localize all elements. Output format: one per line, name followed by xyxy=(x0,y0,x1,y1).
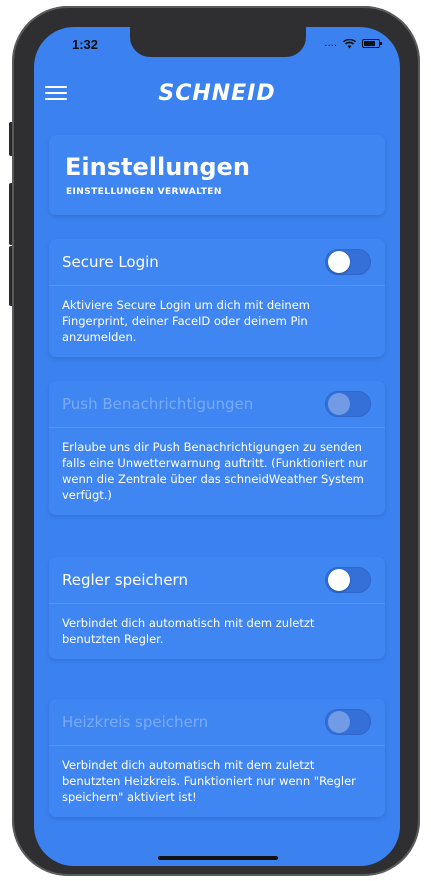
setting-title: Push Benachrichtigungen xyxy=(62,395,254,413)
setting-title: Regler speichern xyxy=(62,571,188,589)
setting-description: Verbindet dich automatisch mit dem zulet… xyxy=(62,758,356,804)
page-subtitle: EINSTELLUNGEN VERWALTEN xyxy=(66,187,222,197)
setting-title: Secure Login xyxy=(62,253,159,271)
status-time: 1:32 xyxy=(72,37,99,52)
secure-login-toggle[interactable] xyxy=(325,249,371,275)
setting-header: Secure Login xyxy=(49,239,385,286)
regler-speichern-toggle[interactable] xyxy=(325,567,371,593)
push-notifications-toggle[interactable] xyxy=(325,391,371,417)
setting-description: Aktiviere Secure Login um dich mit deine… xyxy=(62,298,310,344)
top-bar: SCHNEID xyxy=(34,71,400,119)
app-logo: SCHNEID xyxy=(158,81,276,106)
page-title: Einstellungen xyxy=(65,153,250,181)
setting-title: Heizkreis speichern xyxy=(62,713,209,731)
setting-header: Regler speichern xyxy=(49,557,385,604)
status-icons: .... xyxy=(324,38,382,49)
wifi-icon xyxy=(343,38,356,48)
setting-header: Heizkreis speichern xyxy=(49,699,385,746)
notch xyxy=(130,27,306,57)
setting-header: Push Benachrichtigungen xyxy=(49,381,385,428)
setting-card-secure-login: Secure Login Aktiviere Secure Login um d… xyxy=(49,239,385,357)
setting-card-push: Push Benachrichtigungen Erlaube uns dir … xyxy=(49,381,385,515)
heizkreis-speichern-toggle[interactable] xyxy=(325,709,371,735)
home-indicator xyxy=(158,856,278,860)
signal-icon: .... xyxy=(324,38,337,49)
settings-header-card: Einstellungen EINSTELLUNGEN VERWALTEN xyxy=(49,135,385,215)
battery-icon xyxy=(362,39,382,48)
app-screen: 1:32 .... SCHNEID Einstellungen EINSTELL… xyxy=(34,27,400,866)
setting-description: Erlaube uns dir Push Benachrichtigungen … xyxy=(62,440,368,502)
setting-card-heizkreis: Heizkreis speichern Verbindet dich autom… xyxy=(49,699,385,817)
setting-description: Verbindet dich automatisch mit dem zulet… xyxy=(62,616,315,646)
setting-card-regler: Regler speichern Verbindet dich automati… xyxy=(49,557,385,659)
